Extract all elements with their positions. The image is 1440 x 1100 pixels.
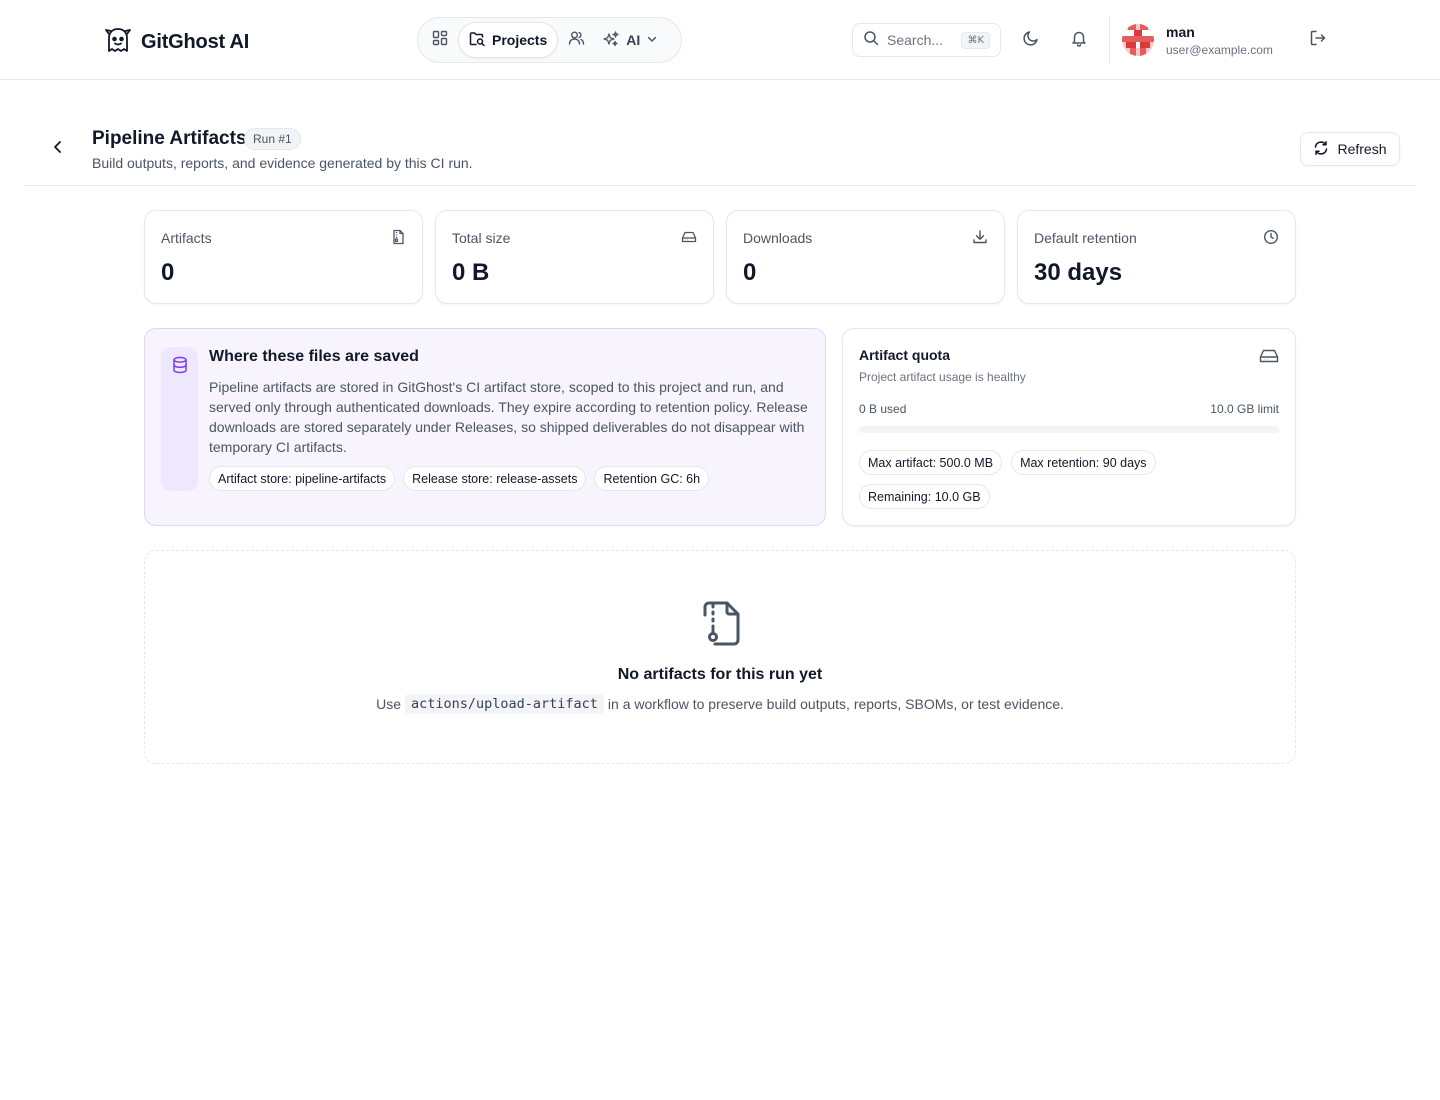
artifact-quota-card: Artifact quota Project artifact usage is… bbox=[842, 328, 1296, 526]
user-email: user@example.com bbox=[1166, 43, 1273, 57]
file-archive-icon bbox=[390, 229, 406, 245]
chevron-down-icon bbox=[646, 32, 658, 48]
database-icon bbox=[171, 356, 189, 379]
bell-icon bbox=[1070, 29, 1088, 52]
run-badge: Run #1 bbox=[244, 128, 301, 150]
storage-info-title: Where these files are saved bbox=[209, 348, 419, 365]
stat-label: Downloads bbox=[743, 230, 813, 246]
chip-remaining: Remaining: 10.0 GB bbox=[859, 484, 990, 509]
sparkles-icon bbox=[602, 30, 620, 50]
chip-retention-gc: Retention GC: 6h bbox=[594, 466, 710, 491]
nav-ai-label: AI bbox=[626, 32, 641, 48]
empty-desc-suffix: in a workflow to preserve build outputs,… bbox=[607, 696, 1064, 712]
nav-projects-tab[interactable]: Projects bbox=[458, 22, 559, 58]
user-divider bbox=[1109, 16, 1110, 64]
user-name: man bbox=[1166, 24, 1195, 40]
stat-value: 0 bbox=[161, 259, 175, 286]
stat-value: 0 bbox=[743, 259, 757, 286]
page-divider bbox=[24, 185, 1416, 186]
notifications-button[interactable] bbox=[1063, 24, 1095, 56]
quota-progress-bar bbox=[859, 426, 1279, 433]
upload-artifact-code: actions/upload-artifact bbox=[404, 694, 604, 714]
nav-projects-label: Projects bbox=[492, 32, 548, 48]
file-archive-icon bbox=[701, 601, 741, 652]
clock-icon bbox=[1263, 229, 1279, 245]
search-icon bbox=[863, 30, 879, 51]
download-icon bbox=[972, 229, 988, 245]
quota-used: 0 B used bbox=[859, 402, 907, 416]
logout-button[interactable] bbox=[1302, 24, 1334, 56]
log-out-icon bbox=[1309, 29, 1327, 52]
page-title: Pipeline Artifacts bbox=[92, 128, 247, 149]
stat-card-default-retention: Default retention 30 days bbox=[1017, 210, 1296, 304]
ghost-logo-icon bbox=[103, 26, 133, 59]
hard-drive-icon bbox=[681, 229, 697, 245]
chip-max-artifact: Max artifact: 500.0 MB bbox=[859, 450, 1003, 475]
empty-desc-prefix: Use bbox=[376, 696, 401, 712]
stat-card-total-size: Total size 0 B bbox=[435, 210, 714, 304]
stat-value: 30 days bbox=[1034, 259, 1123, 286]
quota-title: Artifact quota bbox=[859, 347, 950, 363]
grid-icon bbox=[432, 30, 448, 51]
back-button[interactable] bbox=[44, 135, 72, 163]
empty-state-title: No artifacts for this run yet bbox=[617, 666, 823, 683]
refresh-label: Refresh bbox=[1337, 141, 1387, 157]
stat-card-artifacts: Artifacts 0 bbox=[144, 210, 423, 304]
quota-subtitle: Project artifact usage is healthy bbox=[859, 370, 1026, 384]
chip-artifact-store: Artifact store: pipeline-artifacts bbox=[209, 466, 396, 491]
nav-users-button[interactable] bbox=[558, 22, 594, 58]
info-icon-rail bbox=[161, 347, 198, 491]
storage-info-body: Pipeline artifacts are stored in GitGhos… bbox=[209, 379, 808, 455]
chevron-left-icon bbox=[50, 139, 66, 160]
chip-max-retention: Max retention: 90 days bbox=[1011, 450, 1156, 475]
hard-drive-icon bbox=[1259, 347, 1279, 370]
chip-release-store: Release store: release-assets bbox=[403, 466, 587, 491]
stat-label: Artifacts bbox=[161, 230, 212, 246]
nav-dashboard-button[interactable] bbox=[422, 22, 458, 58]
artifacts-empty-state: No artifacts for this run yet Use action… bbox=[144, 550, 1296, 764]
app-logo[interactable]: GitGhost AI bbox=[103, 26, 249, 59]
user-avatar[interactable] bbox=[1122, 24, 1154, 56]
search-placeholder: Search... bbox=[887, 32, 944, 48]
app-name: GitGhost AI bbox=[141, 31, 250, 53]
global-search-input[interactable]: Search... ⌘K bbox=[852, 23, 1001, 57]
quota-limit: 10.0 GB limit bbox=[1210, 402, 1279, 416]
page-subtitle: Build outputs, reports, and evidence gen… bbox=[92, 155, 473, 171]
stat-value: 0 B bbox=[452, 259, 490, 286]
folder-search-icon bbox=[469, 31, 486, 50]
storage-info-card: Where these files are saved Pipeline art… bbox=[144, 328, 826, 526]
moon-icon bbox=[1022, 29, 1040, 52]
search-shortcut-badge: ⌘K bbox=[961, 31, 990, 49]
users-icon bbox=[568, 30, 585, 51]
refresh-icon bbox=[1313, 140, 1329, 159]
storage-chips: Artifact store: pipeline-artifacts Relea… bbox=[209, 466, 710, 491]
refresh-button[interactable]: Refresh bbox=[1300, 132, 1400, 166]
stat-label: Total size bbox=[452, 230, 511, 246]
stat-label: Default retention bbox=[1034, 230, 1137, 246]
nav-ai-menu[interactable]: AI bbox=[594, 22, 666, 58]
quota-chips: Max artifact: 500.0 MB Max retention: 90… bbox=[859, 450, 1279, 509]
stat-card-downloads: Downloads 0 bbox=[726, 210, 1005, 304]
empty-state-description: Use actions/upload-artifact in a workflo… bbox=[145, 694, 1295, 714]
top-navigation-bar: GitGhost AI Projects AI Search... ⌘K man… bbox=[0, 0, 1440, 80]
theme-toggle-button[interactable] bbox=[1015, 24, 1047, 56]
main-nav: Projects AI bbox=[417, 17, 682, 63]
